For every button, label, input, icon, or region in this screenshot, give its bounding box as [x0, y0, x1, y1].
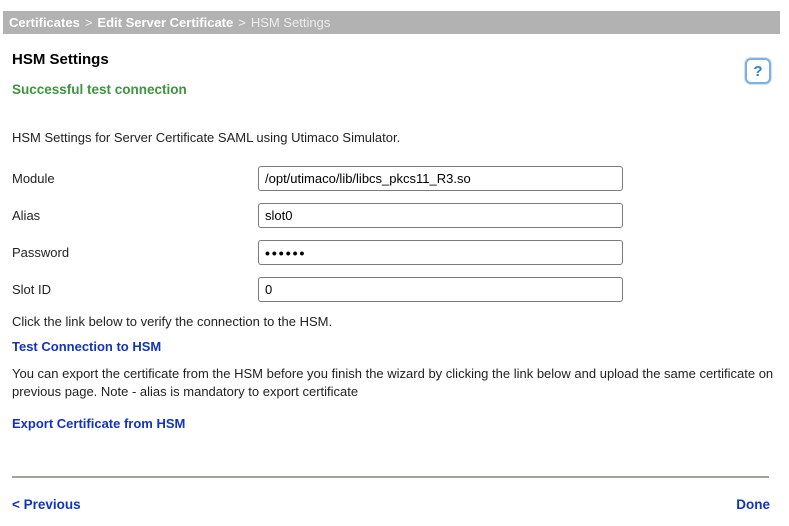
breadcrumb-item-hsm-settings: HSM Settings [251, 15, 330, 30]
form-row: Module [12, 166, 777, 191]
alias-label: Alias [12, 208, 258, 223]
status-message: Successful test connection [12, 82, 777, 97]
page-title: HSM Settings [12, 51, 777, 68]
hsm-settings-form: Module Alias Password Slot ID [12, 166, 777, 302]
form-row: Slot ID [12, 277, 777, 302]
breadcrumb: Certificates > Edit Server Certificate >… [3, 11, 780, 34]
slot-id-input[interactable] [258, 277, 623, 302]
breadcrumb-item-certificates[interactable]: Certificates [9, 15, 80, 30]
page-description: HSM Settings for Server Certificate SAML… [12, 130, 777, 145]
main-content: HSM Settings Successful test connection … [0, 51, 789, 512]
help-button[interactable]: ? [745, 58, 771, 84]
export-certificate-link[interactable]: Export Certificate from HSM [12, 416, 185, 431]
form-row: Password [12, 240, 777, 265]
breadcrumb-separator: > [238, 15, 246, 30]
form-row: Alias [12, 203, 777, 228]
done-button[interactable]: Done [736, 497, 770, 512]
breadcrumb-separator: > [85, 15, 93, 30]
module-label: Module [12, 171, 258, 186]
question-mark-icon: ? [753, 63, 762, 80]
export-paragraph: You can export the certificate from the … [12, 365, 776, 401]
previous-button[interactable]: < Previous [12, 497, 81, 512]
password-input[interactable] [258, 240, 623, 265]
test-connection-link[interactable]: Test Connection to HSM [12, 339, 161, 354]
slot-id-label: Slot ID [12, 282, 258, 297]
breadcrumb-item-edit-server-certificate[interactable]: Edit Server Certificate [97, 15, 233, 30]
wizard-footer: < Previous Done [12, 497, 777, 512]
module-input[interactable] [258, 166, 623, 191]
footer-divider [12, 476, 769, 478]
alias-input[interactable] [258, 203, 623, 228]
password-label: Password [12, 245, 258, 260]
verify-hint: Click the link below to verify the conne… [12, 314, 777, 329]
